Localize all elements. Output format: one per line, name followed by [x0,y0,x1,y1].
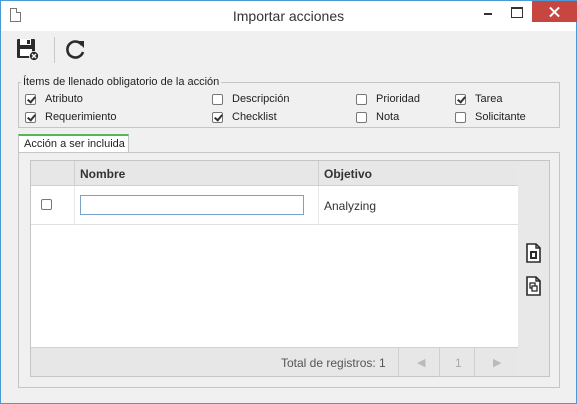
checkbox-requerimiento[interactable]: Requerimiento [25,111,117,123]
minimize-button[interactable] [474,1,502,22]
grid-footer: Total de registros: 1 ◀ 1 ▶ [31,347,518,377]
table-row[interactable]: Analyzing [31,186,518,225]
row-select-cell [31,186,75,225]
copy-document-icon [526,276,541,296]
page-number: 1 [455,356,462,370]
checkbox-label: Requerimiento [45,111,117,123]
required-items-group: Ítems de llenado obligatorio de la acció… [18,76,560,128]
checkbox-label: Prioridad [376,93,421,105]
refresh-icon [66,40,85,59]
column-header-objetivo[interactable]: Objetivo [319,161,518,186]
pager-separator [398,348,399,377]
select-column-header [31,161,75,186]
pager-separator [439,348,440,377]
close-button[interactable] [532,1,577,22]
checkbox-label: Solicitante [475,111,526,123]
toolbar [7,33,570,69]
copy-document-button[interactable] [524,275,544,297]
pager-separator [474,348,475,377]
grid-header: Nombre Objetivo [31,161,518,186]
save-close-icon [17,39,39,61]
save-close-button[interactable] [15,37,41,63]
checkbox-label: Atributo [45,93,83,105]
checkbox-box[interactable] [25,93,36,105]
refresh-button[interactable] [63,37,89,63]
checkbox-box[interactable] [455,93,466,105]
checkbox-box[interactable] [356,93,367,105]
grid-side-toolbar [518,160,550,377]
checkbox-descripcion[interactable]: Descripción [212,93,289,105]
title-bar: Importar acciones [1,1,577,31]
tab-accion-incluida[interactable]: Acción a ser incluida [18,134,129,153]
total-records: Total de registros: 1 [281,356,386,370]
checkbox-atributo[interactable]: Atributo [25,93,83,105]
checkbox-checklist[interactable]: Checklist [212,111,277,123]
import-file-icon [526,243,541,263]
import-file-button[interactable] [524,242,544,264]
required-items-legend: Ítems de llenado obligatorio de la acció… [21,76,222,88]
objetivo-cell: Analyzing [324,199,377,213]
prev-page-button[interactable]: ◀ [417,356,425,369]
checkbox-box[interactable] [25,111,36,123]
checkbox-box[interactable] [356,111,367,123]
row-checkbox[interactable] [41,199,52,210]
next-page-button[interactable]: ▶ [493,356,501,369]
maximize-button[interactable] [503,1,531,22]
checkbox-label: Nota [376,111,400,123]
checkbox-nota[interactable]: Nota [356,111,399,123]
checkbox-box[interactable] [455,111,466,123]
checkbox-box[interactable] [212,111,223,123]
column-header-nombre[interactable]: Nombre [75,161,319,186]
import-actions-window: Importar acciones Ítems de llenado oblig… [0,0,577,404]
checkbox-prioridad[interactable]: Prioridad [356,93,420,105]
checkbox-label: Tarea [475,93,503,105]
actions-grid: Nombre Objetivo Analyzing Total de regis… [30,160,519,377]
toolbar-separator [54,37,55,63]
checkbox-solicitante[interactable]: Solicitante [455,111,526,123]
checkbox-box[interactable] [212,93,223,105]
nombre-input[interactable] [80,195,304,215]
checkbox-label: Checklist [232,111,277,123]
checkbox-tarea[interactable]: Tarea [455,93,503,105]
checkbox-label: Descripción [232,93,290,105]
